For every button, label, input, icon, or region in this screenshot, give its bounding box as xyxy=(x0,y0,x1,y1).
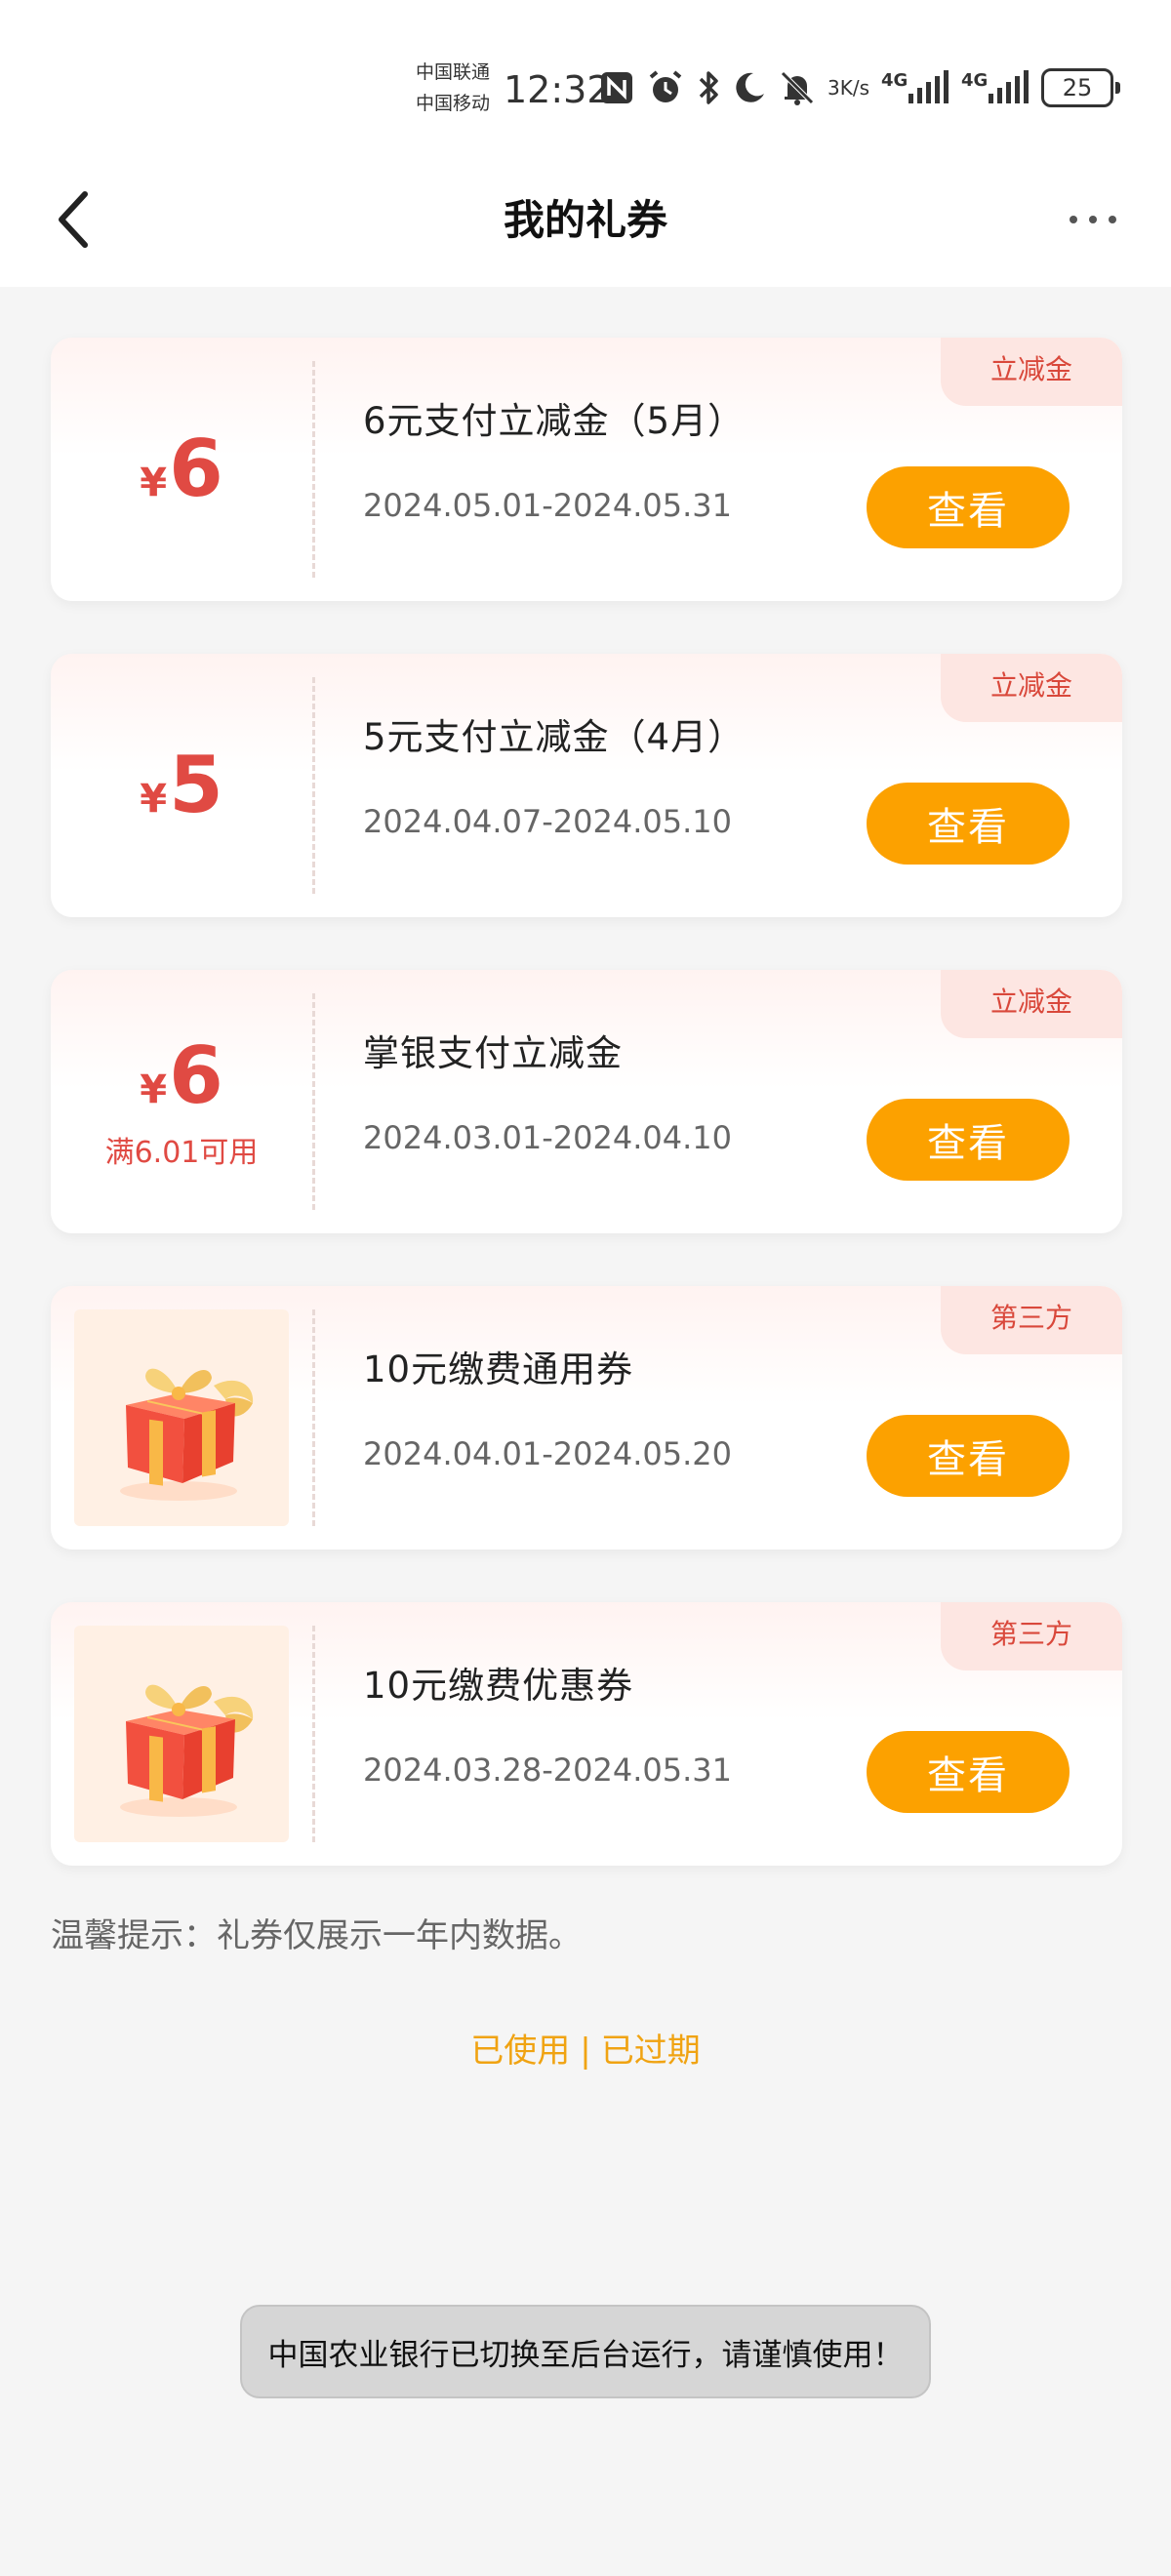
nfc-icon xyxy=(599,70,634,105)
sim1-tech: 4G xyxy=(881,70,909,91)
coupon-amount: ¥ 6 xyxy=(140,425,223,513)
coupon-tag: 立减金 xyxy=(941,970,1122,1038)
view-button[interactable]: 查看 xyxy=(867,466,1070,548)
coupon-title: 10元缴费优惠券 xyxy=(363,1665,634,1707)
battery-level: 25 xyxy=(1062,74,1093,101)
used-link[interactable]: 已使用 xyxy=(470,2028,570,2074)
background-toast: 中国农业银行已切换至后台运行，请谨慎使用！ xyxy=(240,2305,931,2398)
amount-value: 6 xyxy=(169,1030,223,1121)
bluetooth-icon xyxy=(697,68,720,107)
coupon-list: ¥ 6 立减金 6元支付立减金（5月） 2024.05.01-2024.05.3… xyxy=(51,338,1122,1918)
gift-image xyxy=(74,1626,289,1842)
carrier-info: 中国联通 中国移动 xyxy=(416,57,504,119)
dashed-divider xyxy=(312,993,315,1210)
coupon-tag: 第三方 xyxy=(941,1602,1122,1670)
dashed-divider xyxy=(312,1626,315,1842)
status-time: 12:32 xyxy=(504,68,611,111)
net-speed-unit: K/s xyxy=(839,76,870,100)
coupon-card: 第三方 10元缴费优惠券 2024.03.28-2024.05.31 查看 xyxy=(51,1602,1122,1866)
coupon-tag: 第三方 xyxy=(941,1286,1122,1354)
currency-symbol: ¥ xyxy=(140,777,168,822)
tip-text: 温馨提示：礼券仅展示一年内数据。 xyxy=(51,1916,582,1955)
status-icons: 3 K/s 4G 4G 25 xyxy=(599,59,1121,117)
nav-bar: 我的礼券 xyxy=(0,156,1171,287)
coupon-tag: 立减金 xyxy=(941,654,1122,722)
signal-icon: 4G xyxy=(881,66,949,109)
coupon-condition: 满6.01可用 xyxy=(104,1136,259,1170)
dashed-divider xyxy=(312,1309,315,1526)
carrier-1: 中国联通 xyxy=(416,61,491,83)
net-speed: 3 K/s xyxy=(828,77,869,99)
more-dots-icon xyxy=(1070,216,1077,223)
amount-value: 5 xyxy=(169,740,223,830)
gift-image xyxy=(74,1309,289,1526)
coupon-amount: ¥ 5 xyxy=(140,742,223,829)
coupon-title: 5元支付立减金（4月） xyxy=(363,716,746,758)
coupon-tag: 立减金 xyxy=(941,338,1122,406)
coupon-amount-area: ¥ 6 满6.01可用 xyxy=(51,970,312,1233)
currency-symbol: ¥ xyxy=(140,1067,168,1112)
signal-icon: 4G xyxy=(961,66,1030,109)
dashed-divider xyxy=(312,677,315,894)
history-links: 已使用 | 已过期 xyxy=(0,2028,1171,2074)
currency-symbol: ¥ xyxy=(140,461,168,505)
carrier-2: 中国移动 xyxy=(416,93,491,114)
mute-icon xyxy=(779,69,816,106)
link-separator: | xyxy=(580,2032,591,2071)
gift-box-icon xyxy=(120,1368,254,1501)
net-speed-value: 3 xyxy=(828,76,840,100)
coupon-title: 10元缴费通用券 xyxy=(363,1348,634,1390)
view-button[interactable]: 查看 xyxy=(867,1415,1070,1497)
status-bar: 中国联通 中国移动 12:32 3 K/s 4G 4G 25 xyxy=(0,0,1171,156)
gift-box-icon xyxy=(120,1684,254,1817)
coupon-date-range: 2024.04.07-2024.05.10 xyxy=(363,803,732,840)
page-title: 我的礼券 xyxy=(503,196,667,244)
moon-icon xyxy=(732,70,767,105)
coupon-card: 第三方 10元缴费通用券 2024.04.01-2024.05.20 查看 xyxy=(51,1286,1122,1550)
dashed-divider xyxy=(312,361,315,578)
coupon-date-range: 2024.03.01-2024.04.10 xyxy=(363,1119,732,1156)
coupon-amount-area: ¥ 5 xyxy=(51,654,312,917)
battery-icon: 25 xyxy=(1041,68,1121,107)
coupon-title: 6元支付立减金（5月） xyxy=(363,400,746,442)
coupon-amount: ¥ 6 xyxy=(140,1032,223,1120)
coupon-date-range: 2024.03.28-2024.05.31 xyxy=(363,1751,732,1789)
alarm-icon xyxy=(646,68,685,107)
view-button[interactable]: 查看 xyxy=(867,1099,1070,1181)
more-button[interactable] xyxy=(1054,195,1132,244)
coupon-date-range: 2024.04.01-2024.05.20 xyxy=(363,1435,732,1472)
expired-link[interactable]: 已过期 xyxy=(601,2028,701,2074)
coupon-amount-area: ¥ 6 xyxy=(51,338,312,601)
sim2-tech: 4G xyxy=(961,70,989,91)
coupon-card: ¥ 6 立减金 6元支付立减金（5月） 2024.05.01-2024.05.3… xyxy=(51,338,1122,601)
view-button[interactable]: 查看 xyxy=(867,1731,1070,1813)
coupon-card: ¥ 5 立减金 5元支付立减金（4月） 2024.04.07-2024.05.1… xyxy=(51,654,1122,917)
coupon-date-range: 2024.05.01-2024.05.31 xyxy=(363,487,732,524)
view-button[interactable]: 查看 xyxy=(867,783,1070,865)
coupon-card: ¥ 6 满6.01可用 立减金 掌银支付立减金 2024.03.01-2024.… xyxy=(51,970,1122,1233)
amount-value: 6 xyxy=(169,423,223,514)
coupon-title: 掌银支付立减金 xyxy=(363,1032,623,1074)
